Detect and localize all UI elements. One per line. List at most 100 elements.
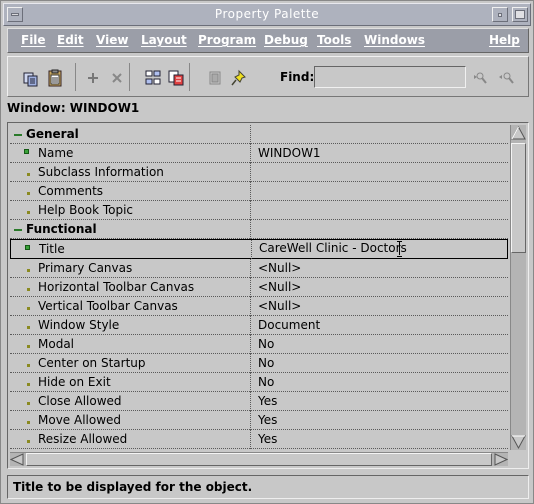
property-label: Comments: [38, 184, 104, 198]
menu-view[interactable]: View: [96, 33, 128, 47]
property-value[interactable]: Document: [258, 318, 320, 332]
property-row-resize-allowed[interactable]: Resize Allowed Yes: [10, 430, 508, 449]
category-functional[interactable]: Functional: [10, 220, 508, 239]
property-value[interactable]: <Null>: [258, 299, 301, 313]
property-label: Hide on Exit: [38, 375, 111, 389]
column-divider: [250, 430, 251, 449]
text-cursor-icon: [397, 241, 403, 257]
property-value[interactable]: <Null>: [258, 261, 301, 275]
property-default-icon: [27, 383, 30, 386]
property-label: Help Book Topic: [38, 203, 134, 217]
column-divider: [250, 201, 251, 220]
property-row-modal[interactable]: Modal No: [10, 335, 508, 354]
minimize-button[interactable]: [492, 7, 508, 22]
property-label: Resize Allowed: [38, 432, 128, 446]
column-divider: [250, 144, 251, 163]
property-default-icon: [27, 173, 30, 176]
horizontal-scrollbar[interactable]: [10, 452, 508, 466]
property-label: Title: [39, 242, 65, 256]
column-divider: [250, 373, 251, 392]
menu-edit[interactable]: Edit: [57, 33, 84, 47]
collapse-icon[interactable]: [14, 229, 22, 231]
property-row-help-book[interactable]: Help Book Topic: [10, 201, 508, 220]
horizontal-scroll-thumb[interactable]: [26, 453, 492, 466]
property-default-icon: [27, 421, 30, 424]
menu-help[interactable]: Help: [489, 33, 520, 47]
property-palette-window: Property Palette File Edit View Layout P…: [0, 0, 534, 504]
maximize-button[interactable]: [512, 7, 528, 22]
toolbar: Find:: [7, 56, 529, 97]
column-divider: [250, 163, 251, 182]
paste-properties-icon[interactable]: [46, 69, 64, 87]
delete-property-icon[interactable]: [108, 69, 126, 87]
property-row-hide-on-exit[interactable]: Hide on Exit No: [10, 373, 508, 392]
property-value[interactable]: WINDOW1: [258, 146, 321, 160]
property-row-vertical-toolbar[interactable]: Vertical Toolbar Canvas <Null>: [10, 297, 508, 316]
category-general[interactable]: General: [10, 125, 508, 144]
property-default-icon: [27, 269, 30, 272]
property-label: Move Allowed: [38, 413, 122, 427]
property-value[interactable]: No: [258, 356, 274, 370]
menu-debug[interactable]: Debug: [264, 33, 308, 47]
union-icon[interactable]: [167, 69, 185, 87]
property-default-icon: [27, 307, 30, 310]
property-changed-icon: [25, 245, 30, 250]
property-row-subclass[interactable]: Subclass Information: [10, 163, 508, 182]
property-row-primary-canvas[interactable]: Primary Canvas <Null>: [10, 259, 508, 278]
property-row-move-allowed[interactable]: Move Allowed Yes: [10, 411, 508, 430]
vertical-scrollbar[interactable]: [510, 125, 526, 450]
property-row-title[interactable]: Title CareWell Clinic - Doctors: [10, 239, 508, 259]
property-value[interactable]: <Null>: [258, 280, 301, 294]
property-row-name[interactable]: Name WINDOW1: [10, 144, 508, 163]
property-default-icon: [27, 440, 30, 443]
column-divider: [250, 354, 251, 373]
property-row-center-on-startup[interactable]: Center on Startup No: [10, 354, 508, 373]
property-row-close-allowed[interactable]: Close Allowed Yes: [10, 392, 508, 411]
property-label: Modal: [38, 337, 74, 351]
scroll-up-arrow-icon[interactable]: [511, 125, 526, 141]
property-row-window-style[interactable]: Window Style Document: [10, 316, 508, 335]
property-row-comments[interactable]: Comments: [10, 182, 508, 201]
menu-file[interactable]: File: [21, 33, 46, 47]
collapse-icon[interactable]: [14, 134, 22, 136]
property-value[interactable]: Yes: [258, 413, 277, 427]
property-label: Name: [38, 146, 74, 160]
status-bar: Title to be displayed for the object.: [7, 475, 529, 499]
find-backward-icon[interactable]: [498, 69, 516, 87]
menu-windows[interactable]: Windows: [364, 33, 425, 47]
column-divider: [250, 316, 251, 335]
title-value-input[interactable]: CareWell Clinic - Doctors: [259, 241, 407, 255]
scroll-right-arrow-icon[interactable]: [493, 453, 508, 466]
scroll-down-arrow-icon[interactable]: [511, 434, 526, 450]
find-input[interactable]: [314, 66, 466, 88]
property-grid: General Name WINDOW1 Subclass Informatio…: [10, 125, 508, 450]
menu-tools[interactable]: Tools: [317, 33, 351, 47]
find-forward-icon[interactable]: [472, 69, 490, 87]
property-default-icon: [27, 345, 30, 348]
property-value[interactable]: Yes: [258, 432, 277, 446]
property-row-horizontal-toolbar[interactable]: Horizontal Toolbar Canvas <Null>: [10, 278, 508, 297]
inherit-icon[interactable]: [206, 69, 224, 87]
property-default-icon: [27, 402, 30, 405]
category-label: Functional: [26, 222, 97, 236]
menu-program[interactable]: Program: [198, 33, 256, 47]
column-divider: [250, 182, 251, 201]
freeze-pin-icon[interactable]: [230, 69, 248, 87]
category-label: General: [26, 127, 79, 141]
property-value[interactable]: Yes: [258, 394, 277, 408]
title-bar[interactable]: Property Palette: [3, 3, 531, 26]
property-default-icon: [27, 211, 30, 214]
property-changed-icon: [24, 149, 29, 154]
property-value[interactable]: No: [258, 337, 274, 351]
property-label: Window Style: [38, 318, 120, 332]
minimize-icon: [498, 13, 502, 17]
add-property-icon[interactable]: [84, 69, 102, 87]
scroll-left-arrow-icon[interactable]: [10, 453, 25, 466]
vertical-scroll-thumb[interactable]: [511, 143, 526, 253]
copy-properties-icon[interactable]: [22, 69, 40, 87]
intersection-icon[interactable]: [144, 69, 162, 87]
property-label: Primary Canvas: [38, 261, 133, 275]
menu-layout[interactable]: Layout: [141, 33, 187, 47]
property-value[interactable]: No: [258, 375, 274, 389]
property-default-icon: [27, 288, 30, 291]
